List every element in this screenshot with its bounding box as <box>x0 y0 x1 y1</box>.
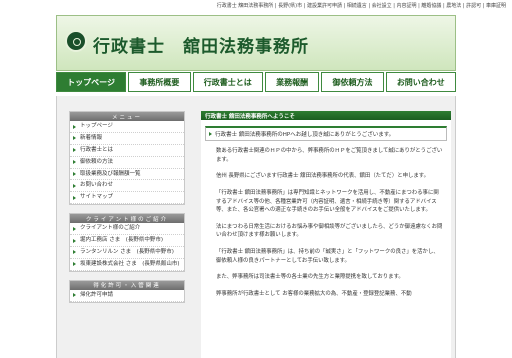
nav-home[interactable]: トップページ <box>56 72 127 92</box>
sidebar-clients-heading: クライアント様のご紹介 <box>70 214 184 224</box>
site-header: 行政書士 舘田法務事務所 <box>56 15 456 71</box>
main-nav: トップページ 事務所概要 行政書士とは 業務報酬 御依頼方法 お問い合わせ <box>56 72 456 92</box>
nav-fees[interactable]: 業務報酬 <box>264 72 320 92</box>
main-content: 行政書士 舘田法務事務所へようこそ 行政書士 舘田法務事務所のHPへお越し頂き誠… <box>201 111 451 358</box>
sidebar-item-clients[interactable]: クライアント様のご紹介 <box>70 223 184 235</box>
sidebar-item-request-method[interactable]: 御依頼の方法 <box>70 157 184 169</box>
nav-how-to-request[interactable]: 御依頼方法 <box>321 72 384 92</box>
sidebar-item-services-fees[interactable]: 取扱業務及び報酬額一覧 <box>70 169 184 181</box>
sidebar-menu-box: メニュー トップページ 新着情報 行政書士とは 御依頼の方法 取扱業務及び報酬額… <box>69 111 185 206</box>
content-frame: メニュー トップページ 新着情報 行政書士とは 御依頼の方法 取扱業務及び報酬額… <box>56 96 456 358</box>
sidebar-permits-box: 得化許可・入管関連 帰化許可申請 <box>69 279 185 303</box>
nav-about-gyoseishoshi[interactable]: 行政書士とは <box>192 72 263 92</box>
sidebar-item-client-horiuchi[interactable]: 堀内工務店 さま (長野県中野市) <box>70 235 184 247</box>
welcome-tagline: 行政書士 舘田法務事務所のHPへお越し頂き誠にありがとうございます。 <box>205 126 447 141</box>
sidebar-item-top[interactable]: トップページ <box>70 121 184 133</box>
nav-office-overview[interactable]: 事務所概要 <box>128 72 191 92</box>
top-links-bar[interactable]: 行政書士 舘田法務事務所 | 長野(県)市 | 建設業許可申請 | 相続遺言 |… <box>217 2 506 9</box>
sidebar-item-contact[interactable]: お問い合わせ <box>70 180 184 193</box>
sidebar: メニュー トップページ 新着情報 行政書士とは 御依頼の方法 取扱業務及び報酬額… <box>69 111 185 311</box>
sidebar-item-sitemap[interactable]: サイトマップ <box>70 192 184 205</box>
nav-contact[interactable]: お問い合わせ <box>385 72 456 92</box>
sidebar-permits-heading: 得化許可・入管関連 <box>70 280 184 290</box>
sidebar-item-client-bando[interactable]: 坂東建設株式会社 さま (長野県飯山市) <box>70 259 184 271</box>
sidebar-item-client-lantern[interactable]: ランタンリルン さま (長野県中野市) <box>70 247 184 259</box>
intro-paragraph: 「行政書士 舘田法務事務所」は、持ち前の「誠実さ」と「フットワークの良さ」を活か… <box>216 249 439 264</box>
sidebar-item-news[interactable]: 新着情報 <box>70 133 184 145</box>
sidebar-clients-box: クライアント様のご紹介 クライアント様のご紹介 堀内工務店 さま (長野県中野市… <box>69 213 185 272</box>
welcome-heading: 行政書士 舘田法務事務所へようこそ <box>201 111 451 120</box>
sidebar-item-about[interactable]: 行政書士とは <box>70 145 184 157</box>
intro-text: 数ある行政書士関連のＨＰの中から、弊事務所のＨＰをご覧頂きまして誠にありがとうご… <box>201 141 451 299</box>
site-title[interactable]: 行政書士 舘田法務事務所 <box>93 32 309 57</box>
intro-paragraph: 法にまつわる日常生活におけるお悩み事や御相談等がございましたら、どうか御遠慮なく… <box>216 223 443 239</box>
intro-paragraph: また、弊事務所は司法書士等の各士業の先生方と業際提携を致しております。 <box>216 274 404 281</box>
intro-paragraph: 数ある行政書士関連のＨＰの中から、弊事務所のＨＰをご覧頂きまして誠にありがとうご… <box>216 148 443 163</box>
intro-paragraph: 「行政書士 舘田法務事務所」は専門知識とネットワークを活用し、不動産にまつわる事… <box>216 189 439 214</box>
sidebar-menu-heading: メニュー <box>70 112 184 121</box>
intro-paragraph: 弊事務所が行政書士として お客様の業務拡大の為、不動産・登録登記業務、不動 <box>216 291 412 298</box>
intro-paragraph: 信州 長野県にございます行政書士 舘田法務事務所の代表、舘田（たてだ）と申します… <box>216 173 430 180</box>
logo-emblem-icon <box>65 30 87 52</box>
sidebar-item-naturalization[interactable]: 帰化許可申請 <box>70 290 184 302</box>
